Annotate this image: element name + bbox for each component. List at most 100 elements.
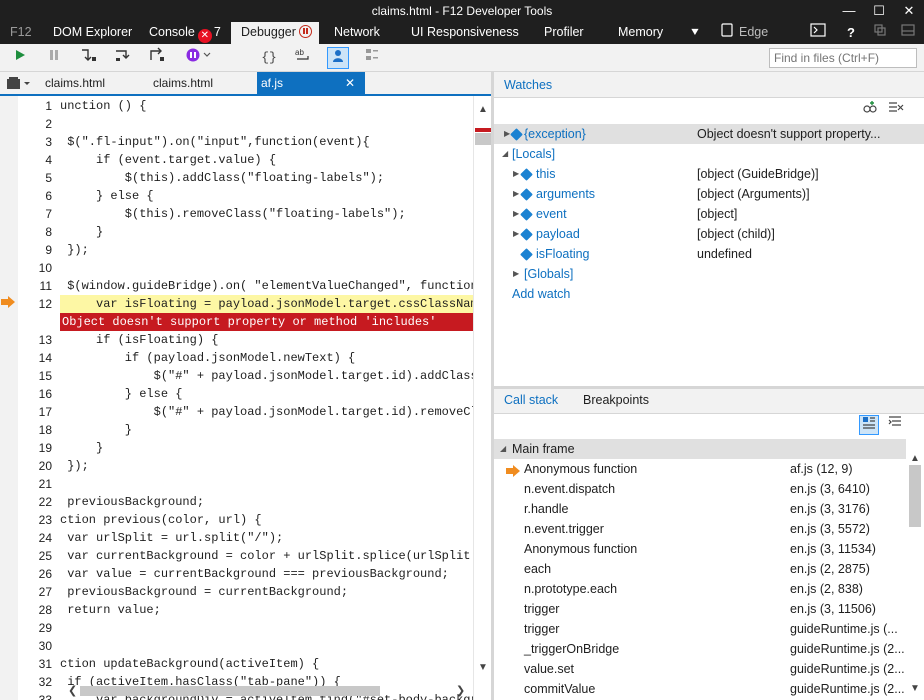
callstack-scrollbar[interactable]: ▲ ▼ [906,439,924,700]
pin-icon[interactable] [870,22,890,44]
delete-all-watches-icon[interactable] [886,100,906,120]
file-tab-af-js[interactable]: af.js ✕ [257,72,365,94]
step-into-icon[interactable] [78,47,100,69]
add-watch-icon[interactable] [860,100,880,120]
scroll-down-icon[interactable]: ▼ [478,662,488,673]
code-line[interactable]: 16 } else { [18,385,473,403]
help-icon[interactable]: ? [842,22,860,44]
code-line[interactable]: 1 unction () { [18,97,473,115]
callstack-scroll-thumb[interactable] [909,465,921,527]
tab-debugger[interactable]: Debugger [231,22,319,44]
scroll-left-icon[interactable]: ❮ [68,684,77,697]
tab-dom-explorer[interactable]: DOM Explorer [53,22,132,44]
code-line[interactable]: 23 ction previous(color, url) { [18,511,473,529]
tab-breakpoints[interactable]: Breakpoints [583,393,649,407]
tab-ui-responsiveness[interactable]: UI Responsiveness [411,22,519,44]
code-line[interactable]: 30 [18,637,473,655]
watch-row[interactable]: ▶ [Globals] [494,264,924,284]
file-tab-claims-html-2[interactable]: claims.html [153,72,213,94]
editor-horizontal-scrollbar[interactable]: ❮ ❯ [60,682,473,700]
code-line[interactable]: 3 $(".fl-input").on("input",function(eve… [18,133,473,151]
watch-row[interactable]: Add watch [494,284,924,304]
find-in-files-input[interactable] [769,48,917,68]
emulation-target[interactable]: Edge [739,22,768,44]
tab-callstack[interactable]: Call stack [504,393,558,407]
code-line[interactable]: 7 $(this).removeClass("floating-labels")… [18,205,473,223]
scroll-up-icon[interactable]: ▲ [478,104,488,115]
code-line[interactable]: 15 $("#" + payload.jsonModel.target.id).… [18,367,491,385]
scroll-right-icon[interactable]: ❯ [456,684,465,697]
code-line[interactable]: 12 var isFloating = payload.jsonModel.ta… [18,295,491,313]
callstack-frame[interactable]: Anonymous function en.js (3, 11534) [494,539,908,559]
code-line[interactable]: 9 }); [18,241,473,259]
code-line[interactable]: 28 return value; [18,601,473,619]
editor-scroll-thumb[interactable] [475,133,491,145]
callstack-frame[interactable]: commitValue guideRuntime.js (2... [494,679,908,699]
callstack-frame[interactable]: trigger guideRuntime.js (... [494,619,908,639]
cs-scroll-up-icon[interactable]: ▲ [910,453,920,464]
watch-row[interactable]: isFloating undefined [494,244,924,264]
console-toggle-icon[interactable] [808,22,828,44]
code-line[interactable]: 27 previousBackground = currentBackgroun… [18,583,473,601]
tab-memory[interactable]: Memory [618,22,663,44]
close-tab-icon[interactable]: ✕ [345,72,355,94]
code-line[interactable]: 2 [18,115,473,133]
cs-scroll-down-icon[interactable]: ▼ [910,683,920,694]
file-tab-claims-html[interactable]: claims.html [45,72,105,94]
tab-console[interactable]: Console ✕ 7 [149,22,221,44]
code-line[interactable]: 6 } else { [18,187,473,205]
watch-row[interactable]: ▶ {exception} Object doesn't support prope… [494,124,924,144]
pretty-print-icon[interactable]: {} [258,47,280,69]
close-window-button[interactable]: ✕ [894,0,924,22]
open-document-icon[interactable] [6,72,36,94]
device-icon[interactable] [718,22,736,44]
callstack-group-main-frame[interactable]: ◢ Main frame [494,439,908,459]
tab-profiler[interactable]: Profiler [544,22,584,44]
callstack-frame[interactable]: n.prototype.each en.js (2, 838) [494,579,908,599]
callstack-frame[interactable]: n.event.dispatch en.js (3, 6410) [494,479,908,499]
code-line[interactable]: 8 } [18,223,473,241]
code-line[interactable]: 24 var urlSplit = url.split("/"); [18,529,473,547]
code-line[interactable]: 14 if (payload.jsonModel.newText) { [18,349,473,367]
code-line[interactable]: 29 [18,619,473,637]
step-out-icon[interactable] [146,47,168,69]
callstack-frame[interactable]: _triggerOnBridge guideRuntime.js (2... [494,639,908,659]
break-icon[interactable] [43,47,65,69]
code-line[interactable]: 31 ction updateBackground(activeItem) { [18,655,473,673]
word-wrap-icon[interactable]: ab [292,47,314,69]
collapse-icon[interactable]: ◢ [500,439,506,459]
code-line[interactable]: 17 $("#" + payload.jsonModel.target.id).… [18,403,491,421]
code-line[interactable]: 22 previousBackground; [18,493,473,511]
callstack-frame[interactable]: trigger en.js (3, 11506) [494,599,908,619]
watch-row[interactable]: ◢ [Locals] [494,144,924,164]
code-line[interactable]: 18 } [18,421,473,439]
just-my-code-icon[interactable] [327,47,349,69]
dock-icon[interactable] [898,22,918,44]
step-over-icon[interactable] [112,47,134,69]
collapse-icon[interactable]: ◢ [502,144,512,164]
code-line[interactable]: 25 var currentBackground = color + urlSp… [18,547,491,565]
callstack-frame[interactable]: value.set guideRuntime.js (2... [494,659,908,679]
editor-vertical-scrollbar[interactable]: ▲ ▼ [473,96,491,700]
code-line[interactable]: 11 $(window.guideBridge).on( "elementVal… [18,277,491,295]
maximize-button[interactable]: ☐ [864,0,894,22]
callstack-frame[interactable]: n.event.trigger en.js (3, 5572) [494,519,908,539]
code-line[interactable]: 5 $(this).addClass("floating-labels"); [18,169,473,187]
minimize-button[interactable]: — [834,0,864,22]
callstack-frame[interactable]: Anonymous function af.js (12, 9) [494,459,908,479]
code-line[interactable]: 13 if (isFloating) { [18,331,473,349]
break-on-exception-icon[interactable] [182,47,216,69]
code-line[interactable]: 4 if (event.target.value) { [18,151,473,169]
expand-icon[interactable]: ▶ [513,264,523,284]
format-frames-icon[interactable] [885,415,905,435]
watch-row[interactable]: ▶ event [object] [494,204,924,224]
show-frame-details-icon[interactable] [859,415,879,435]
horizontal-scroll-thumb[interactable] [80,686,380,696]
code-editor[interactable]: 1 unction () {2 3 $(".fl-input").on("input… [0,96,491,700]
code-line[interactable]: 26 var value = currentBackground === pre… [18,565,473,583]
tab-network[interactable]: Network [334,22,380,44]
callstack-frame[interactable]: each en.js (2, 2875) [494,559,908,579]
watch-row[interactable]: ▶ payload [object (child)] [494,224,924,244]
continue-icon[interactable] [9,47,31,69]
code-line[interactable]: 20 }); [18,457,473,475]
